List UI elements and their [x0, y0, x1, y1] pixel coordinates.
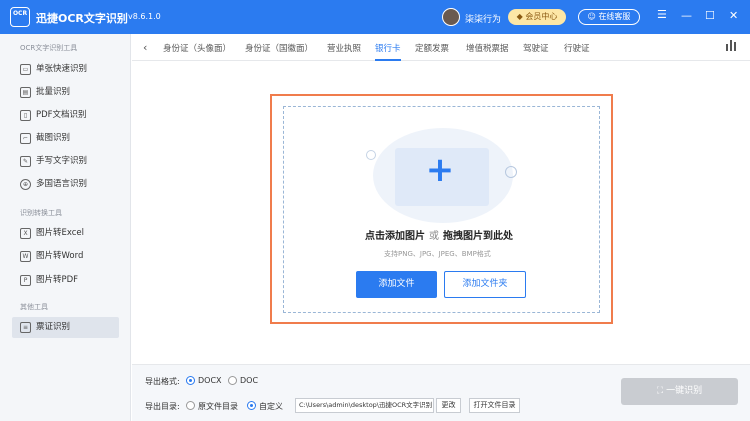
tab-vat-invoice[interactable]: 增值税票据 [466, 42, 509, 54]
format-doc-radio[interactable] [228, 376, 237, 385]
chevron-left-icon[interactable]: ‹ [143, 41, 147, 54]
images-icon: ▤ [20, 87, 31, 98]
open-folder-button[interactable]: 打开文件目录 [469, 398, 520, 413]
vip-center-button[interactable]: ◆ 会员中心 [508, 9, 566, 25]
title-bar: OCR 迅捷OCR文字识别 v8.6.1.0 柒柒行为 ◆ 会员中心 ☺ 在线客… [0, 0, 750, 34]
planet-icon [505, 166, 517, 178]
tab-driver-license[interactable]: 驾驶证 [523, 42, 549, 54]
output-path-field[interactable]: C:\Users\admin\desktop\迅捷OCR文字识别 [295, 398, 434, 413]
format-docx-radio[interactable] [186, 376, 195, 385]
tab-business-license[interactable]: 营业执照 [327, 42, 361, 54]
crop-icon: ⌐ [20, 133, 31, 144]
scan-icon: ⛶ [656, 386, 667, 396]
tab-vehicle-license[interactable]: 行驶证 [564, 42, 590, 54]
dir-original-radio[interactable] [186, 401, 195, 410]
app-logo: OCR [10, 7, 30, 27]
sidebar-item-label: 图片转PDF [36, 275, 79, 285]
minimize-icon[interactable]: — [681, 10, 692, 22]
word-icon: W [20, 251, 31, 262]
export-dir-label: 导出目录: [145, 402, 180, 411]
dir-original-label[interactable]: 原文件目录 [198, 401, 238, 412]
drop-text-or: 或 [429, 231, 439, 242]
globe-icon: ⊕ [20, 179, 31, 190]
sidebar-item-image-to-excel[interactable]: X 图片转Excel [12, 223, 119, 244]
format-docx-label[interactable]: DOCX [198, 376, 222, 385]
tab-id-card-front[interactable]: 身份证（头像面） [163, 42, 231, 54]
sidebar-item-screenshot-recognition[interactable]: ⌐ 截图识别 [12, 128, 119, 149]
sidebar-item-multilanguage-recognition[interactable]: ⊕ 多国语言识别 [12, 174, 119, 195]
maximize-icon[interactable]: ☐ [705, 10, 715, 22]
sidebar-group-conversion: 识别转换工具 [20, 209, 62, 217]
add-file-button[interactable]: 添加文件 [356, 271, 437, 298]
pdf-icon: P [20, 275, 31, 286]
tab-quota-invoice[interactable]: 定额发票 [415, 42, 449, 54]
vip-center-label: 会员中心 [525, 12, 558, 21]
sidebar-item-batch-recognition[interactable]: ▤ 批量识别 [12, 82, 119, 103]
sidebar-item-label: 图片转Word [36, 251, 84, 261]
sidebar-item-label: 单张快速识别 [36, 64, 88, 74]
active-tab-indicator [375, 59, 401, 61]
add-folder-button[interactable]: 添加文件夹 [444, 271, 526, 298]
close-icon[interactable]: ✕ [729, 10, 738, 22]
excel-icon: X [20, 228, 31, 239]
sidebar-item-ticket-recognition[interactable]: ≡ 票证识别 [12, 317, 119, 338]
supported-formats-hint: 支持PNG、JPG、JPEG、BMP格式 [384, 250, 491, 258]
app-version: v8.6.1.0 [128, 12, 161, 21]
sidebar-group-ocr: OCR文字识别工具 [20, 44, 78, 52]
one-click-recognize-button[interactable]: ⛶ 一键识别 [621, 378, 738, 405]
drop-text-drag: 拖拽图片到此处 [443, 231, 513, 242]
sidebar-item-label: 票证识别 [36, 322, 71, 332]
user-avatar[interactable] [442, 8, 460, 26]
pen-icon: ✎ [20, 156, 31, 167]
document-icon: ▯ [20, 110, 31, 121]
sidebar-item-label: 批量识别 [36, 87, 71, 97]
sidebar-item-handwriting-recognition[interactable]: ✎ 手写文字识别 [12, 151, 119, 172]
sidebar-item-label: 图片转Excel [36, 228, 85, 238]
tab-bank-card[interactable]: 银行卡 [375, 42, 401, 54]
format-doc-label[interactable]: DOC [240, 376, 258, 385]
dir-custom-radio[interactable] [247, 401, 256, 410]
scan-icon: ▭ [20, 64, 31, 75]
diamond-icon: ◆ [516, 12, 523, 21]
sidebar-item-label: 手写文字识别 [36, 156, 88, 166]
sidebar-item-label: 多国语言识别 [36, 179, 88, 189]
sidebar-item-image-to-pdf[interactable]: P 图片转PDF [12, 270, 119, 291]
decoration-circle [366, 150, 376, 160]
sidebar-item-image-to-word[interactable]: W 图片转Word [12, 246, 119, 267]
dir-custom-label[interactable]: 自定义 [259, 401, 283, 412]
tab-id-card-back[interactable]: 身份证（国徽面） [245, 42, 313, 54]
online-service-label: 在线客服 [598, 12, 631, 21]
headset-icon: ☺ [587, 12, 596, 21]
change-path-button[interactable]: 更改 [436, 398, 461, 413]
app-title: 迅捷OCR文字识别 [36, 12, 128, 25]
username[interactable]: 柒柒行为 [465, 12, 501, 25]
sidebar-item-single-recognition[interactable]: ▭ 单张快速识别 [12, 59, 119, 80]
sidebar-item-label: PDF文档识别 [36, 110, 87, 120]
sidebar-group-other: 其他工具 [20, 303, 48, 311]
run-label: 一键识别 [666, 386, 703, 396]
plus-icon[interactable]: + [425, 153, 455, 187]
drop-instruction: 点击添加图片或拖拽图片到此处 [365, 227, 513, 242]
sidebar-item-label: 截图识别 [36, 133, 71, 143]
ticket-icon: ≡ [20, 322, 31, 333]
export-format-label: 导出格式: [145, 377, 180, 386]
online-service-button[interactable]: ☺ 在线客服 [578, 9, 640, 25]
sidebar-item-pdf-recognition[interactable]: ▯ PDF文档识别 [12, 105, 119, 126]
bar-chart-icon[interactable] [726, 40, 737, 51]
drop-text-click: 点击添加图片 [365, 231, 425, 242]
menu-icon[interactable]: ☰ [657, 9, 667, 21]
